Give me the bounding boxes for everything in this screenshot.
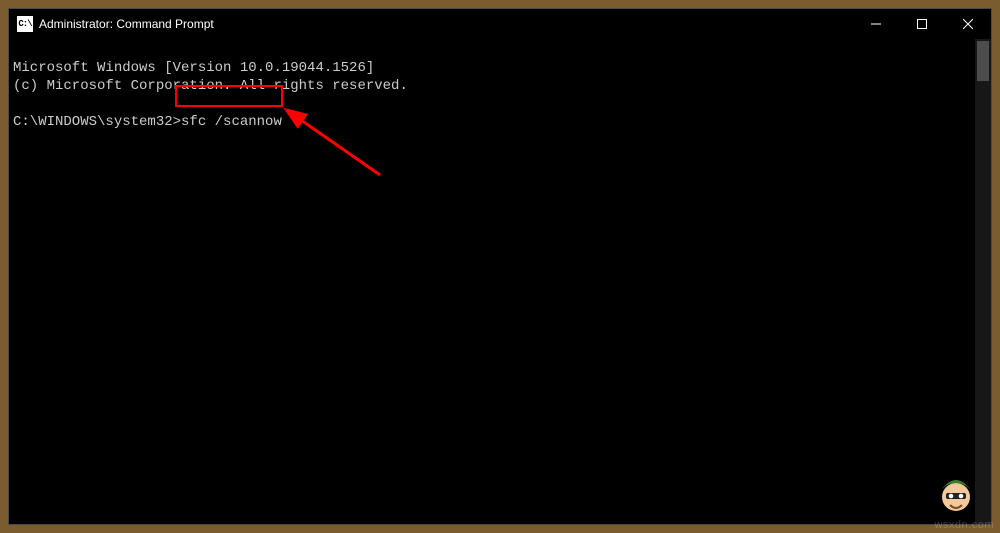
terminal-command[interactable]: sfc /scannow — [181, 114, 282, 130]
scrollbar[interactable] — [975, 39, 991, 524]
window-title: Administrator: Command Prompt — [39, 17, 214, 31]
maximize-icon — [917, 19, 927, 29]
terminal-line: (c) Microsoft Corporation. All rights re… — [13, 78, 408, 94]
terminal-area[interactable]: Microsoft Windows [Version 10.0.19044.15… — [9, 39, 991, 524]
command-prompt-window: C:\ Administrator: Command Prompt Micros… — [8, 8, 992, 525]
minimize-button[interactable] — [853, 9, 899, 39]
scrollbar-thumb[interactable] — [977, 41, 989, 81]
maximize-button[interactable] — [899, 9, 945, 39]
cmd-icon-text: C:\ — [18, 19, 31, 29]
watermark: wsxdn.com — [934, 519, 994, 531]
close-icon — [963, 19, 973, 29]
terminal-line: Microsoft Windows [Version 10.0.19044.15… — [13, 60, 374, 76]
terminal-prompt: C:\WINDOWS\system32> — [13, 114, 181, 130]
titlebar[interactable]: C:\ Administrator: Command Prompt — [9, 9, 991, 39]
minimize-icon — [871, 19, 881, 29]
cmd-icon: C:\ — [17, 16, 33, 32]
close-button[interactable] — [945, 9, 991, 39]
